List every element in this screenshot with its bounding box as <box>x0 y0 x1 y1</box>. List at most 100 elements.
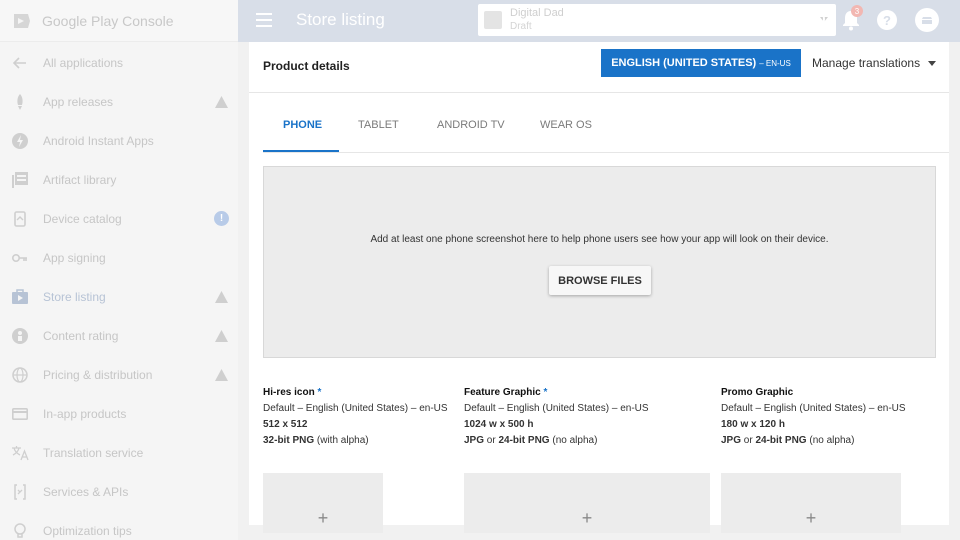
rating-icon <box>11 327 29 345</box>
sidebar-item-content-rating[interactable]: Content rating <box>0 316 238 355</box>
screenshot-dropzone[interactable]: Add at least one phone screenshot here t… <box>263 166 936 358</box>
graphic-format-joiner: or <box>741 435 756 446</box>
sidebar-item-device-catalog[interactable]: Device catalog ! <box>0 199 238 238</box>
graphic-title: Hi-res icon <box>263 387 315 398</box>
graphic-size: 1024 w x 500 h <box>464 419 534 430</box>
warning-icon <box>215 95 228 108</box>
globe-icon <box>11 366 29 384</box>
hi-res-icon-upload[interactable]: + <box>263 473 383 533</box>
sidebar-item-label: In-app products <box>43 406 127 421</box>
sidebar-item-label: Store listing <box>43 289 106 304</box>
graphic-format: JPG <box>464 435 485 446</box>
sidebar-item-artifact-library[interactable]: Artifact library <box>0 160 238 199</box>
sidebar-item-label: Translation service <box>43 445 144 460</box>
warning-icon <box>215 290 228 303</box>
language-code: – EN-US <box>759 58 791 68</box>
plus-icon: + <box>805 508 817 528</box>
device-tabs: PHONE TABLET ANDROID TV WEAR OS <box>263 107 949 153</box>
sidebar-item-services-apis[interactable]: Services & APIs <box>0 472 238 511</box>
manage-translations-label: Manage translations <box>812 56 921 70</box>
arrow-left-icon <box>11 54 29 72</box>
feature-graphic-upload[interactable]: + <box>464 473 710 533</box>
dropzone-text: Add at least one phone screenshot here t… <box>370 234 829 245</box>
graphic-size: 180 w x 120 h <box>721 419 785 430</box>
bolt-icon <box>11 132 29 150</box>
tab-wear-os[interactable]: WEAR OS <box>540 119 592 131</box>
library-icon <box>11 171 29 189</box>
graphic-format-note: (no alpha) <box>549 435 598 446</box>
required-marker: * <box>543 387 548 398</box>
hi-res-icon-info: Hi-res icon * Default – English (United … <box>263 385 463 449</box>
sidebar-item-translation-service[interactable]: Translation service <box>0 433 238 472</box>
sidebar-item-label: All applications <box>43 55 124 70</box>
browse-files-button[interactable]: BROWSE FILES <box>549 266 651 295</box>
info-icon[interactable]: i <box>807 10 825 28</box>
section-title: Product details <box>263 59 350 73</box>
sidebar-item-label: Optimization tips <box>43 523 132 538</box>
graphic-format: JPG <box>721 435 742 446</box>
plus-icon: + <box>581 508 593 528</box>
sidebar-item-label: Pricing & distribution <box>43 367 153 382</box>
sidebar-item-label: Artifact library <box>43 172 117 187</box>
graphic-format-alt: 24-bit PNG <box>755 435 807 446</box>
app-name: Digital Dad <box>510 7 564 19</box>
active-tab-indicator <box>263 150 339 152</box>
tab-phone[interactable]: PHONE <box>283 119 322 131</box>
sidebar-item-pricing-distribution[interactable]: Pricing & distribution <box>0 355 238 394</box>
product-details-card: Product details ENGLISH (UNITED STATES) … <box>249 42 949 533</box>
app-status: Draft <box>510 21 532 32</box>
sidebar-item-label: Android Instant Apps <box>43 133 154 148</box>
required-marker: * <box>317 387 322 398</box>
lightbulb-icon <box>11 522 29 540</box>
sidebar-item-android-instant-apps[interactable]: Android Instant Apps <box>0 121 238 160</box>
graphic-locale: Default – English (United States) – en-U… <box>263 403 448 414</box>
info-badge-icon: ! <box>214 211 229 226</box>
brand-bar[interactable]: Google Play Console <box>0 0 238 42</box>
app-selector[interactable]: Digital Dad Draft <box>478 4 836 36</box>
translate-icon <box>11 444 29 462</box>
key-icon <box>11 249 29 267</box>
tab-tablet[interactable]: TABLET <box>358 119 399 131</box>
menu-icon[interactable] <box>256 13 272 27</box>
graphic-locale: Default – English (United States) – en-U… <box>464 403 649 414</box>
notification-badge: 3 <box>851 5 863 17</box>
brand-name: Google Play Console <box>42 12 174 29</box>
graphic-format-joiner: or <box>484 435 499 446</box>
graphic-title: Promo Graphic <box>721 387 794 398</box>
manage-translations-button[interactable]: Manage translations <box>812 56 937 70</box>
sidebar-item-label: Content rating <box>43 328 119 343</box>
sidebar-item-in-app-products[interactable]: In-app products <box>0 394 238 433</box>
graphic-locale: Default – English (United States) – en-U… <box>721 403 906 414</box>
tab-android-tv[interactable]: ANDROID TV <box>437 119 505 131</box>
play-console-logo-icon <box>14 13 30 28</box>
rocket-icon <box>11 93 29 111</box>
sidebar-item-label: Services & APIs <box>43 484 129 499</box>
sidebar-item-store-listing[interactable]: Store listing <box>0 277 238 316</box>
top-bar: Store listing Digital Dad Draft i 3 ? <box>238 0 960 42</box>
page-title: Store listing <box>296 10 385 29</box>
promo-graphic-info: Promo Graphic Default – English (United … <box>721 385 941 449</box>
graphic-format: 32-bit PNG <box>263 435 315 446</box>
promo-graphic-upload[interactable]: + <box>721 473 901 533</box>
sidebar-item-optimization-tips[interactable]: Optimization tips <box>0 511 238 540</box>
sidebar-item-app-releases[interactable]: App releases <box>0 82 238 121</box>
warning-icon <box>215 368 228 381</box>
sidebar-item-label: App releases <box>43 94 114 109</box>
sidebar-item-label: Device catalog <box>43 211 122 226</box>
sidebar-item-all-applications[interactable]: All applications <box>0 43 238 82</box>
sidebar: Google Play Console All applications App… <box>0 0 238 540</box>
account-icon <box>922 17 932 24</box>
feature-graphic-info: Feature Graphic * Default – English (Uni… <box>464 385 714 449</box>
graphic-format-note: (no alpha) <box>806 435 855 446</box>
language-button[interactable]: ENGLISH (UNITED STATES) – EN-US <box>601 49 801 77</box>
device-icon <box>11 210 29 228</box>
warning-icon <box>215 329 228 342</box>
main-content: Product details ENGLISH (UNITED STATES) … <box>238 42 960 540</box>
card-icon <box>11 405 29 423</box>
sidebar-item-app-signing[interactable]: App signing <box>0 238 238 277</box>
graphic-title: Feature Graphic <box>464 387 541 398</box>
avatar[interactable] <box>915 8 939 32</box>
caret-down-icon <box>928 60 937 66</box>
help-icon[interactable]: ? <box>877 10 897 30</box>
graphic-format-alt: 24-bit PNG <box>498 435 550 446</box>
